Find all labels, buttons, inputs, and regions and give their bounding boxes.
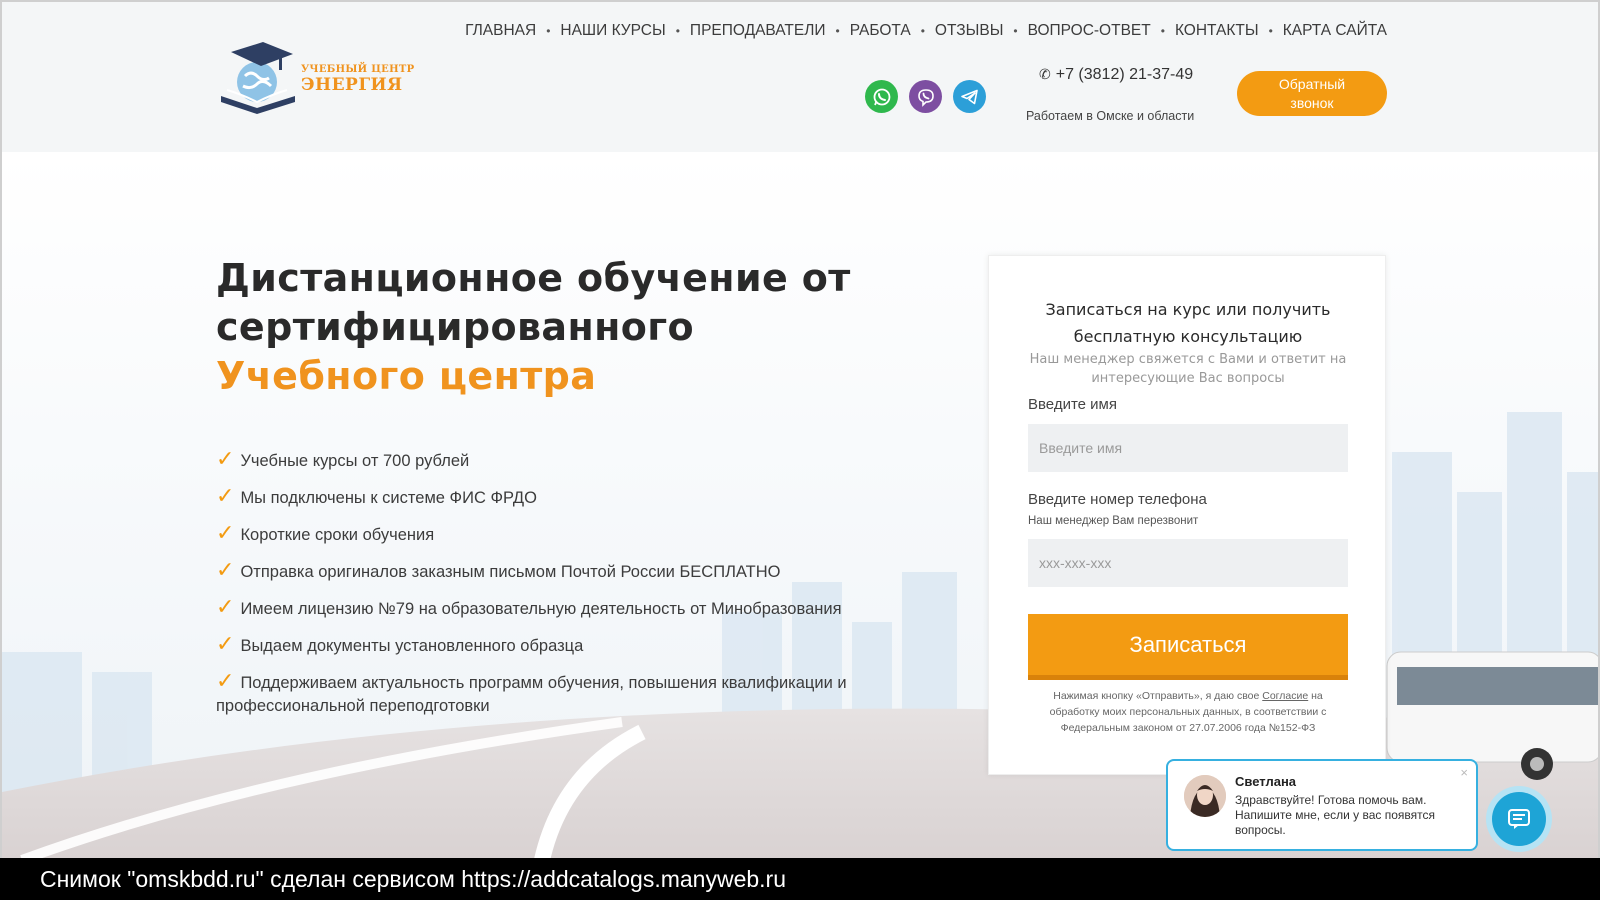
nav-separator: •: [1013, 24, 1018, 38]
site-logo[interactable]: УЧЕБНЫЙ ЦЕНТР ЭНЕРГИЯ: [217, 38, 414, 122]
feature-item: ✓ Короткие сроки обучения: [216, 521, 435, 546]
close-icon[interactable]: ×: [1460, 765, 1468, 780]
nav-separator: •: [546, 24, 551, 38]
nav-item-jobs[interactable]: РАБОТА: [850, 22, 911, 40]
chat-open-button[interactable]: [1486, 786, 1552, 852]
hero-title-line2: сертифицированного: [216, 305, 695, 349]
nav-item-courses[interactable]: НАШИ КУРСЫ: [560, 22, 665, 40]
check-icon: ✓: [216, 521, 235, 546]
chat-agent-name: Светлана: [1235, 774, 1297, 789]
logo-title: ЭНЕРГИЯ: [301, 75, 403, 95]
screenshot-caption: Снимок "omskbdd.ru" сделан сервисом http…: [0, 858, 1600, 900]
check-icon: ✓: [216, 669, 235, 694]
chat-popup[interactable]: Светлана Здравствуйте! Готова помочь вам…: [1166, 759, 1478, 851]
telegram-icon[interactable]: [953, 80, 986, 113]
avatar: [1184, 775, 1226, 817]
phone-text: +7 (3812) 21-37-49: [1055, 66, 1194, 83]
nav-item-reviews[interactable]: ОТЗЫВЫ: [935, 22, 1004, 40]
nav-separator: •: [1160, 24, 1165, 38]
name-input[interactable]: [1028, 424, 1348, 472]
nav-item-sitemap[interactable]: КАРТА САЙТА: [1283, 22, 1387, 40]
check-icon: ✓: [216, 447, 235, 472]
phone-number[interactable]: ✆ +7 (3812) 21-37-49: [1039, 66, 1193, 84]
signup-form: Записаться на курс или получить бесплатн…: [988, 255, 1386, 775]
consent-text: Нажимая кнопку «Отправить», я даю свое С…: [1049, 690, 1327, 734]
check-icon: ✓: [216, 484, 235, 509]
chat-icon: [1492, 792, 1546, 846]
logo-subtitle: УЧЕБНЫЙ ЦЕНТР: [301, 64, 415, 75]
feature-item: ✓ Выдаем документы установленного образца: [216, 632, 584, 657]
nav-separator: •: [835, 24, 840, 38]
form-title: Записаться на курс или получить бесплатн…: [1045, 300, 1331, 346]
check-icon: ✓: [216, 595, 235, 620]
hero-title-accent: Учебного центра: [216, 354, 597, 398]
chat-message: Здравствуйте! Готова помочь вам. Напишит…: [1235, 793, 1436, 837]
feature-item: ✓ Мы подключены к системе ФИС ФРДО: [216, 484, 537, 509]
nav-separator: •: [1268, 24, 1273, 38]
feature-item: ✓ Отправка оригиналов заказным письмом По…: [216, 558, 781, 583]
feature-item: ✓ Имеем лицензию №79 на образовательную д…: [216, 595, 842, 620]
phone-icon: ✆: [1039, 66, 1051, 82]
hero-title-line1: Дистанционное обучение от: [216, 256, 851, 300]
phone-input[interactable]: [1028, 539, 1348, 587]
callback-button[interactable]: Обратный звонок: [1237, 71, 1387, 116]
logo-globe-icon: [221, 42, 295, 114]
nav-item-teachers[interactable]: ПРЕПОДАВАТЕЛИ: [690, 22, 826, 40]
viber-icon[interactable]: [909, 80, 942, 113]
page-frame: УЧЕБНЫЙ ЦЕНТР ЭНЕРГИЯ ГЛАВНАЯ • НАШИ КУР…: [0, 0, 1600, 858]
nav-separator: •: [675, 24, 680, 38]
phone-label: Введите номер телефона: [1028, 491, 1207, 508]
submit-button[interactable]: Записаться: [1028, 614, 1348, 680]
feature-item: ✓ Учебные курсы от 700 рублей: [216, 447, 470, 472]
main-nav: ГЛАВНАЯ • НАШИ КУРСЫ • ПРЕПОДАВАТЕЛИ • Р…: [465, 22, 1387, 40]
hero-title: Дистанционное обучение от сертифицирован…: [216, 254, 916, 401]
nav-separator: •: [920, 24, 925, 38]
feature-item: ✓ Поддерживаем актуальность программ обуч…: [216, 669, 847, 715]
features-list: ✓ Учебные курсы от 700 рублей ✓ Мы подключ…: [216, 448, 916, 730]
check-icon: ✓: [216, 632, 235, 657]
form-subtitle: Наш менеджер свяжется с Вами и ответит н…: [1029, 352, 1347, 386]
nav-item-contacts[interactable]: КОНТАКТЫ: [1175, 22, 1259, 40]
consent-link[interactable]: Согласие: [1262, 690, 1308, 702]
nav-item-home[interactable]: ГЛАВНАЯ: [465, 22, 536, 40]
site-header: УЧЕБНЫЙ ЦЕНТР ЭНЕРГИЯ ГЛАВНАЯ • НАШИ КУР…: [2, 2, 1598, 152]
messenger-links: [865, 80, 986, 113]
whatsapp-icon[interactable]: [865, 80, 898, 113]
nav-item-faq[interactable]: ВОПРОС-ОТВЕТ: [1028, 22, 1151, 40]
check-icon: ✓: [216, 558, 235, 583]
work-area-text: Работаем в Омске и области: [1026, 109, 1195, 123]
phone-hint: Наш менеджер Вам перезвонит: [1028, 515, 1199, 527]
name-label: Введите имя: [1028, 396, 1117, 413]
